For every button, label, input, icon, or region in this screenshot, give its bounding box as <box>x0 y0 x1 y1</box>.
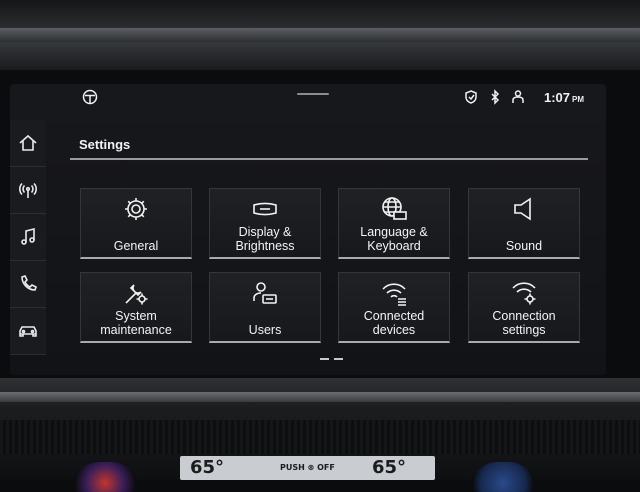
sidebar-item-home[interactable] <box>10 120 46 167</box>
tile-users[interactable]: Users <box>209 272 321 343</box>
user-card-icon <box>210 279 320 307</box>
tile-label: Display & Brightness <box>235 225 295 253</box>
tile-language-keyboard[interactable]: Language & Keyboard <box>338 188 450 259</box>
tile-system-maintenance[interactable]: System maintenance <box>80 272 192 343</box>
navigation-shield-icon <box>463 89 479 105</box>
air-vent <box>0 420 640 454</box>
home-icon <box>19 134 37 151</box>
tile-connection-settings[interactable]: Connection settings <box>468 272 580 343</box>
bluetooth-icon <box>487 89 503 105</box>
sidebar-item-vehicle[interactable] <box>10 308 46 355</box>
clock-time: 1:07 <box>543 90 570 105</box>
page-title: Settings <box>79 137 131 152</box>
globe-keyboard-icon <box>339 195 449 223</box>
radio-antenna-icon <box>19 182 37 198</box>
tile-label: System maintenance <box>100 309 172 337</box>
page-indicator[interactable] <box>320 358 344 360</box>
car-icon <box>19 326 37 337</box>
clock-ampm: PM <box>572 95 584 104</box>
vehicle-menu-icon[interactable] <box>82 89 98 105</box>
dashboard-ledge <box>0 392 640 402</box>
tile-general[interactable]: General <box>80 188 192 259</box>
tile-label: General <box>113 239 159 253</box>
gear-icon <box>81 195 191 223</box>
music-note-icon <box>21 227 35 245</box>
speaker-icon <box>469 195 579 223</box>
wifi-gear-icon <box>469 279 579 307</box>
tile-label: Users <box>248 323 282 337</box>
sidebar <box>10 120 46 355</box>
climate-center-label: PUSH ⊗ OFF <box>280 463 335 472</box>
user-profile-icon <box>510 89 526 105</box>
left-temperature: 65° <box>190 457 225 478</box>
tile-label: Sound <box>505 239 543 253</box>
title-divider <box>70 158 588 160</box>
tile-display-brightness[interactable]: Display & Brightness <box>209 188 321 259</box>
phone-icon <box>21 275 37 291</box>
climate-display: 65° PUSH ⊗ OFF 65° <box>180 456 435 480</box>
wifi-list-icon <box>339 279 449 307</box>
tile-connected-devices[interactable]: Connected devices <box>338 272 450 343</box>
tile-label: Connected devices <box>363 309 425 337</box>
clock: 1:07 PM <box>544 90 584 105</box>
status-bar: 1:07 PM <box>10 84 606 114</box>
tile-sound[interactable]: Sound <box>468 188 580 259</box>
tile-label: Connection settings <box>492 309 556 337</box>
display-icon <box>210 195 320 223</box>
wrench-gear-icon <box>81 279 191 307</box>
pull-down-handle[interactable] <box>297 93 329 95</box>
right-temperature: 65° <box>372 457 407 478</box>
infotainment-screen: 1:07PM Settings General Display & Brigh <box>10 84 606 375</box>
dashboard-trim-strip <box>0 28 640 42</box>
sidebar-item-media[interactable] <box>10 214 46 261</box>
sidebar-item-radio[interactable] <box>10 167 46 214</box>
tile-label: Language & Keyboard <box>360 225 428 253</box>
sidebar-item-phone[interactable] <box>10 261 46 308</box>
